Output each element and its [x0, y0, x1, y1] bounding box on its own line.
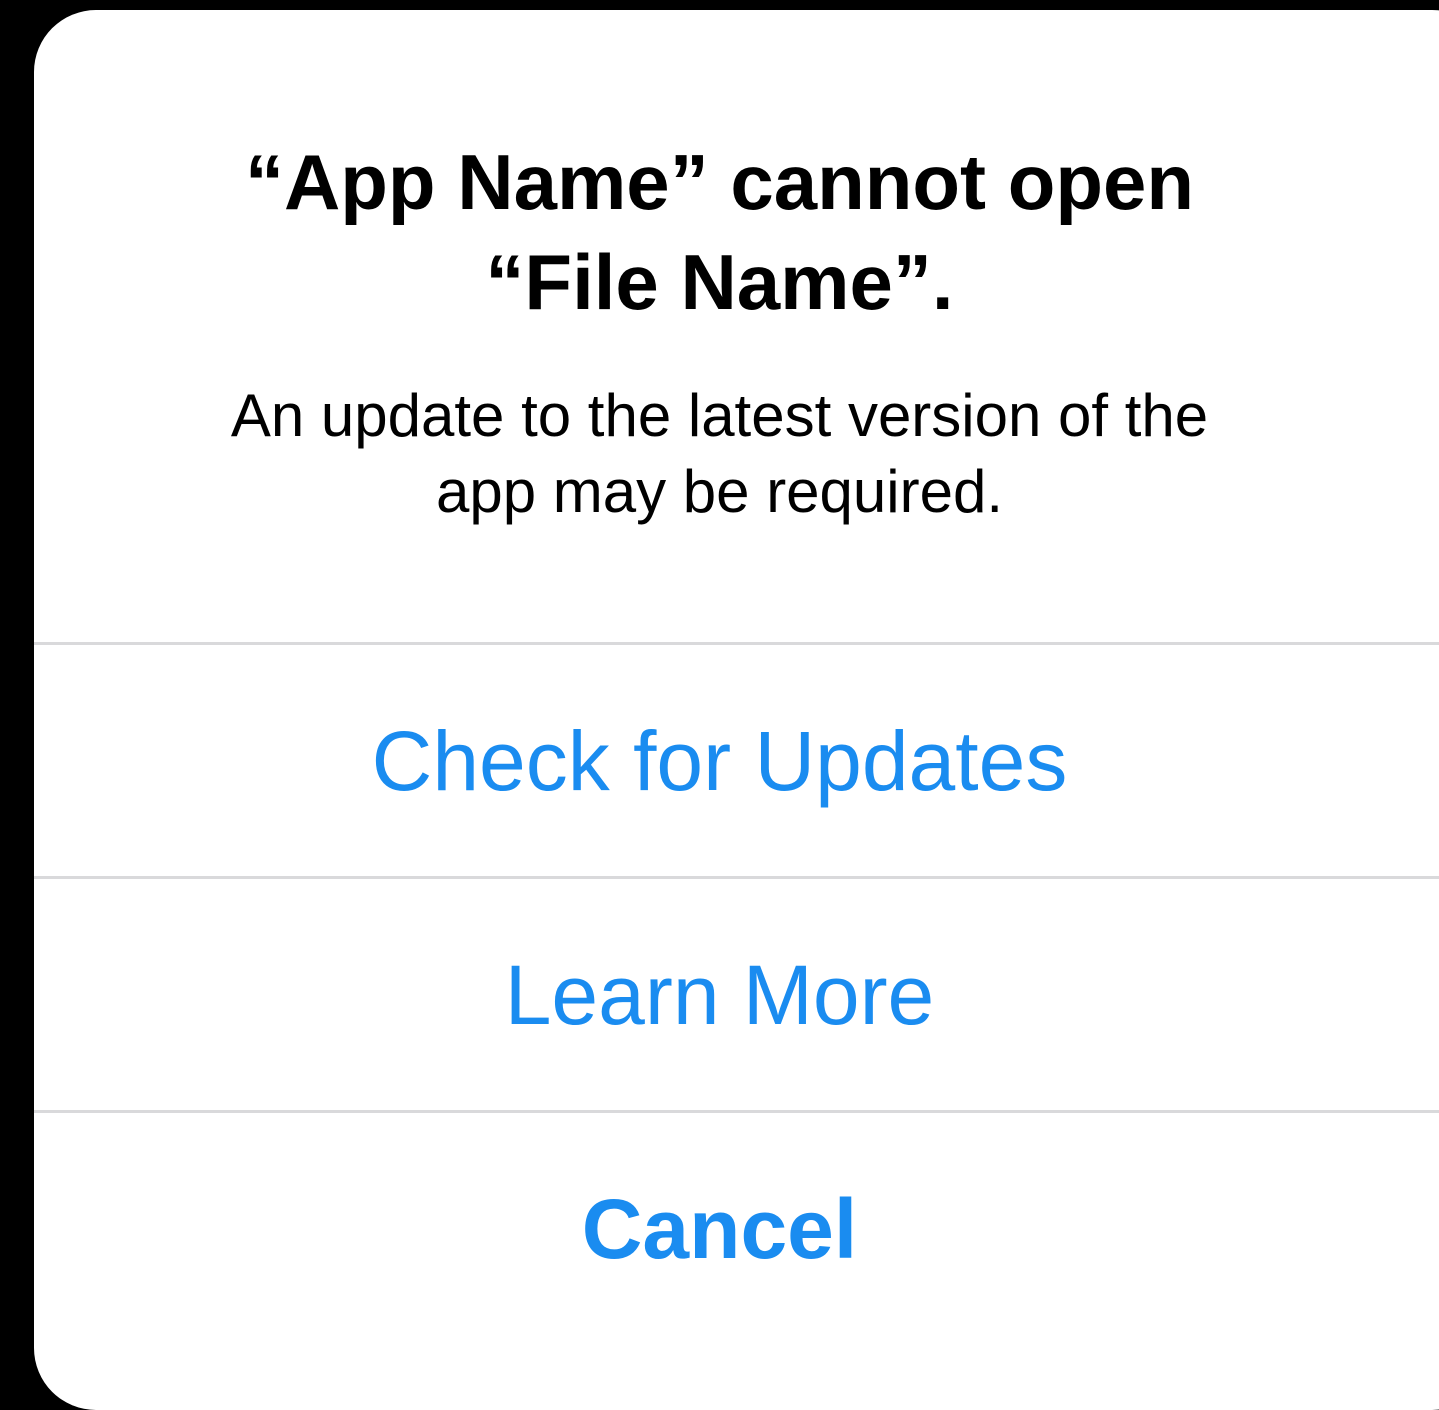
alert-content: “App Name” cannot open “File Name”. An u… — [34, 10, 1439, 644]
cancel-label: Cancel — [581, 1181, 858, 1276]
check-for-updates-button[interactable]: Check for Updates — [34, 645, 1439, 877]
learn-more-button[interactable]: Learn More — [34, 879, 1439, 1111]
alert-title-line-1: “App Name” cannot open — [244, 138, 1195, 226]
alert-message-line-1: An update to the latest version of the — [230, 382, 1209, 449]
alert-title-line-2: “File Name”. — [485, 238, 954, 326]
learn-more-label: Learn More — [504, 947, 935, 1042]
cancel-button[interactable]: Cancel — [34, 1113, 1439, 1345]
alert-title: “App Name” cannot open “File Name”. — [34, 132, 1439, 332]
alert-dialog: “App Name” cannot open “File Name”. An u… — [34, 10, 1439, 1410]
check-for-updates-label: Check for Updates — [371, 713, 1068, 808]
alert-message: An update to the latest version of the a… — [34, 378, 1439, 530]
alert-message-line-2: app may be required. — [435, 458, 1003, 525]
